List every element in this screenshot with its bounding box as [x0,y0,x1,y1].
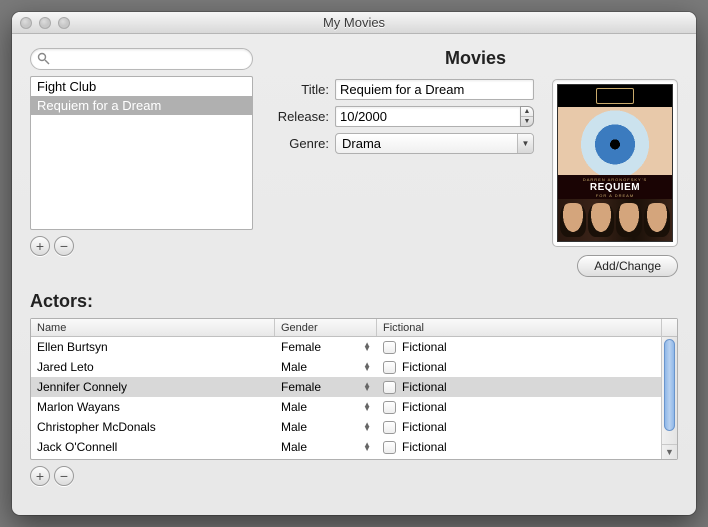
movie-list[interactable]: Fight ClubRequiem for a Dream [30,76,253,230]
stepper-down-icon[interactable]: ▼ [521,117,533,126]
table-row[interactable]: Christopher McDonalsMale▲▼ Fictional [31,417,661,437]
remove-actor-button[interactable]: − [54,466,74,486]
release-input[interactable] [335,106,520,127]
cell-name[interactable]: Christopher McDonals [31,420,275,434]
poster-frame: DARREN ARONOFSKY'S REQUIEM FOR A DREAM [552,79,678,247]
fictional-checkbox[interactable] [383,341,396,354]
cell-fictional[interactable]: Fictional [377,440,661,454]
cell-gender[interactable]: Male▲▼ [275,360,377,374]
actors-heading: Actors: [30,291,678,312]
actors-table: Name Gender Fictional Ellen BurtsynFemal… [30,318,678,460]
poster-subtitle: FOR A DREAM [596,193,634,198]
updown-icon[interactable]: ▲▼ [363,383,371,391]
fictional-label: Fictional [402,440,447,454]
movie-item[interactable]: Requiem for a Dream [31,96,252,115]
cell-gender[interactable]: Female▲▼ [275,340,377,354]
window-content: Fight ClubRequiem for a Dream + − Movies… [12,34,696,515]
fictional-checkbox[interactable] [383,421,396,434]
updown-icon[interactable]: ▲▼ [363,363,371,371]
table-row[interactable]: Marlon WayansMale▲▼ Fictional [31,397,661,417]
release-stepper[interactable]: ▲ ▼ [520,106,534,127]
table-header: Name Gender Fictional [31,319,661,337]
updown-icon[interactable]: ▲▼ [363,443,371,451]
add-change-button[interactable]: Add/Change [577,255,678,277]
table-body[interactable]: Ellen BurtsynFemale▲▼FictionalJared Leto… [31,337,661,459]
cell-fictional[interactable]: Fictional [377,360,661,374]
release-label: Release: [273,109,335,124]
updown-icon[interactable]: ▲▼ [363,423,371,431]
cell-fictional[interactable]: Fictional [377,420,661,434]
cell-gender[interactable]: Female▲▼ [275,380,377,394]
table-row[interactable]: Ellen BurtsynFemale▲▼ Fictional [31,337,661,357]
remove-movie-button[interactable]: − [54,236,74,256]
title-label: Title: [273,82,335,97]
cell-name[interactable]: Ellen Burtsyn [31,340,275,354]
poster-image[interactable]: DARREN ARONOFSKY'S REQUIEM FOR A DREAM [557,84,673,242]
scroll-down-icon[interactable]: ▼ [662,444,677,459]
poster-title: REQUIEM [590,182,640,193]
cell-gender[interactable]: Male▲▼ [275,420,377,434]
column-fictional[interactable]: Fictional [377,319,661,336]
updown-icon[interactable]: ▲▼ [363,403,371,411]
scrollbar[interactable]: ▼ [661,319,677,459]
fictional-checkbox[interactable] [383,441,396,454]
add-actor-button[interactable]: + [30,466,50,486]
scrollbar-thumb[interactable] [664,339,675,431]
genre-select[interactable] [335,133,534,154]
add-movie-button[interactable]: + [30,236,50,256]
movies-heading: Movies [273,48,678,69]
cell-name[interactable]: Jennifer Connely [31,380,275,394]
fictional-checkbox[interactable] [383,401,396,414]
title-input[interactable] [335,79,534,100]
stepper-up-icon[interactable]: ▲ [521,107,533,117]
cell-gender[interactable]: Male▲▼ [275,400,377,414]
fictional-checkbox[interactable] [383,361,396,374]
window-title: My Movies [12,15,696,30]
column-name[interactable]: Name [31,319,275,336]
cell-name[interactable]: Jared Leto [31,360,275,374]
movie-item[interactable]: Fight Club [31,77,252,96]
fictional-label: Fictional [402,360,447,374]
column-gender[interactable]: Gender [275,319,377,336]
cell-name[interactable]: Jack O'Connell [31,440,275,454]
table-row[interactable]: Jared LetoMale▲▼ Fictional [31,357,661,377]
updown-icon[interactable]: ▲▼ [363,343,371,351]
fictional-label: Fictional [402,380,447,394]
fictional-label: Fictional [402,400,447,414]
genre-label: Genre: [273,136,335,151]
search-input[interactable] [30,48,253,70]
cell-fictional[interactable]: Fictional [377,340,661,354]
app-window: My Movies Fight ClubRequiem for a Dream … [12,12,696,515]
cell-gender[interactable]: Male▲▼ [275,440,377,454]
table-row[interactable]: Jack O'ConnellMale▲▼ Fictional [31,437,661,457]
fictional-label: Fictional [402,420,447,434]
poster-eye-art [558,107,672,175]
cell-fictional[interactable]: Fictional [377,380,661,394]
cell-fictional[interactable]: Fictional [377,400,661,414]
fictional-label: Fictional [402,340,447,354]
cell-name[interactable]: Marlon Wayans [31,400,275,414]
titlebar[interactable]: My Movies [12,12,696,34]
search-icon [37,52,50,65]
table-row[interactable]: Jennifer ConnelyFemale▲▼ Fictional [31,377,661,397]
movie-form: Title: Release: ▲ ▼ [273,79,534,247]
fictional-checkbox[interactable] [383,381,396,394]
